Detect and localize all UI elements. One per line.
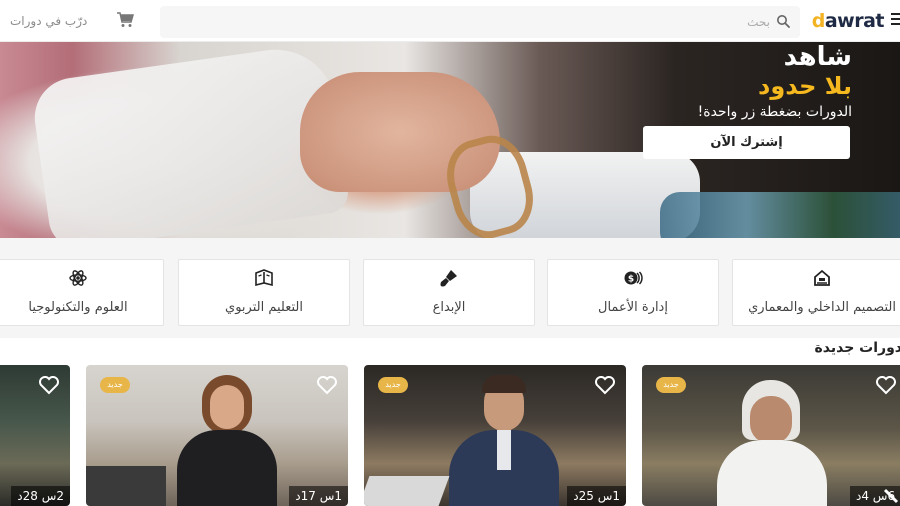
new-badge: جديد [378,377,408,393]
laptop-image [364,476,450,506]
search-bar [160,6,800,38]
resize-handle-icon [883,488,899,504]
course-card[interactable]: جديد 1س 25د [364,365,626,506]
atom-icon [69,270,87,286]
hero-text: شاهد بلا حدود الدورات بضغطة زر واحدة! [632,42,852,122]
course-card[interactable]: 2س 28د [0,365,70,506]
category-label: التعليم التربوي [225,300,303,315]
cart-icon[interactable] [116,12,134,28]
hero-banner: شاهد بلا حدود الدورات بضغطة زر واحدة! إش… [0,42,900,238]
course-card[interactable]: جديد 1س 17د [86,365,348,506]
category-interior-design[interactable]: التصميم الداخلي والمعماري [732,259,900,326]
dollar-coin-icon: $ [624,271,643,285]
paintbrush-icon [440,270,457,287]
new-badge: جديد [656,377,686,393]
house-icon [814,269,830,286]
course-duration: 2س 28د [11,486,70,506]
categories-strip: التصميم الداخلي والمعماري $ إدارة الأعما… [0,238,900,338]
heart-icon[interactable] [594,375,616,395]
heart-icon[interactable] [875,375,897,395]
keyboard-image [86,466,166,506]
book-icon [255,269,273,287]
teach-on-dawrat-link[interactable]: درّب في دورات [10,14,87,28]
hero-image-floral [660,192,900,238]
course-duration: 1س 25د [567,486,626,506]
course-presenter-image [444,375,564,506]
subscribe-now-button[interactable]: إشترك الآن [643,126,850,159]
heart-icon[interactable] [38,375,60,395]
hero-heading: شاهد [783,42,852,72]
category-label: الإبداع [432,300,466,315]
heart-icon[interactable] [316,375,338,395]
course-card[interactable]: جديد 6س 4د [642,365,900,506]
course-presenter-image [172,375,282,506]
course-presenter-image [712,380,832,506]
dawrat-logo[interactable]: dawrat [812,10,885,32]
category-creativity[interactable]: الإبداع [363,259,535,326]
hero-subheading: بلا حدود [758,72,852,100]
category-label: إدارة الأعمال [598,300,668,315]
category-label: العلوم والتكنولوجيا [28,300,128,315]
top-header: dawrat درّب في دورات [0,0,900,42]
search-input[interactable] [210,6,770,38]
new-badge: جديد [100,377,130,393]
section-title-new-courses: دورات جديدة [814,340,900,356]
category-science-tech[interactable]: العلوم والتكنولوجيا [0,259,164,326]
hero-tagline: الدورات بضغطة زر واحدة! [697,104,852,120]
category-education[interactable]: التعليم التربوي [178,259,350,326]
category-label: التصميم الداخلي والمعماري [748,300,896,315]
search-icon[interactable] [776,14,790,28]
hamburger-menu-icon[interactable] [891,13,900,27]
category-business[interactable]: $ إدارة الأعمال [547,259,719,326]
course-duration: 1س 17د [289,486,348,506]
svg-text:$: $ [628,275,634,285]
